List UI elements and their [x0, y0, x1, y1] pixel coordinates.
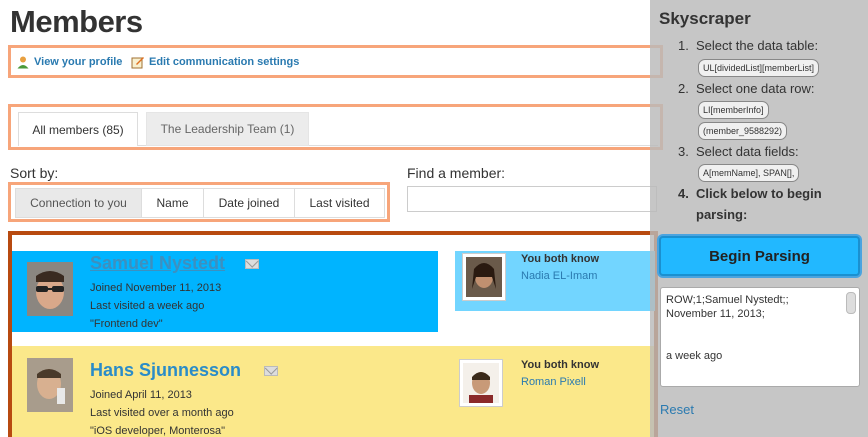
view-profile-label: View your profile: [34, 56, 123, 68]
selector-chip: LI[memberInfo]: [698, 101, 769, 119]
sort-date-joined-button[interactable]: Date joined: [204, 189, 295, 217]
find-member-input[interactable]: [407, 186, 657, 212]
sort-name-button[interactable]: Name: [142, 189, 204, 217]
skyscraper-panel: Skyscraper 1. Select the data table: UL[d…: [650, 0, 868, 437]
sort-last-visited-button[interactable]: Last visited: [295, 189, 384, 217]
selector-chip: A[memName], SPAN[],: [698, 164, 800, 182]
selector-chip: UL[dividedList][memberList]: [698, 59, 820, 77]
member-headline: "iOS developer, Monterosa": [90, 425, 225, 437]
step-2: 2. Select one data row:: [678, 81, 815, 96]
tab-all-members[interactable]: All members (85): [18, 112, 138, 146]
connection-avatar[interactable]: [462, 253, 506, 301]
tab-leadership-team[interactable]: The Leadership Team (1): [146, 112, 309, 146]
step-4-cont: parsing:: [696, 207, 748, 222]
output-scrollbar[interactable]: [846, 292, 856, 314]
reset-link[interactable]: Reset: [660, 402, 694, 417]
member-last-visited: Last visited a week ago: [90, 300, 205, 312]
output-textarea[interactable]: ROW;1;Samuel Nystedt;; November 11, 2013…: [660, 287, 860, 387]
avatar[interactable]: [27, 262, 73, 316]
step-1: 1. Select the data table:: [678, 38, 819, 53]
edit-icon: [131, 57, 144, 69]
member-last-visited: Last visited over a month ago: [90, 407, 234, 419]
user-icon: [17, 56, 29, 69]
sort-connection-button[interactable]: Connection to you: [16, 189, 142, 217]
edit-settings-label: Edit communication settings: [149, 56, 300, 68]
find-member-label: Find a member:: [407, 165, 506, 181]
sort-group: Connection to you Name Date joined Last …: [15, 188, 385, 218]
begin-parsing-button[interactable]: Begin Parsing: [659, 236, 860, 276]
page-title: Members: [10, 4, 143, 39]
mail-icon[interactable]: [245, 259, 259, 269]
mail-icon[interactable]: [264, 366, 278, 376]
you-both-know-heading: You both know: [521, 253, 600, 265]
mutual-connection-link[interactable]: Roman Pixell: [521, 376, 586, 388]
member-joined: Joined November 11, 2013: [90, 282, 222, 294]
selector-chip: (member_9588292): [698, 122, 788, 140]
member-name[interactable]: Samuel Nystedt: [90, 253, 225, 274]
member-name[interactable]: Hans Sjunnesson: [90, 360, 241, 381]
you-both-know-heading: You both know: [521, 359, 600, 371]
sort-label: Sort by:: [10, 165, 59, 181]
step-4: 4. Click below to begin: [678, 186, 822, 201]
panel-title: Skyscraper: [659, 9, 751, 28]
connection-avatar[interactable]: [459, 359, 503, 407]
view-profile-link[interactable]: View your profile: [16, 55, 122, 69]
edit-settings-link[interactable]: Edit communication settings: [131, 55, 299, 69]
member-joined: Joined April 11, 2013: [90, 389, 192, 401]
mutual-connection-link[interactable]: Nadia EL-Imam: [521, 270, 597, 282]
member-headline: "Frontend dev": [90, 318, 163, 330]
avatar[interactable]: [27, 358, 73, 412]
step-3: 3. Select data fields:: [678, 144, 799, 159]
